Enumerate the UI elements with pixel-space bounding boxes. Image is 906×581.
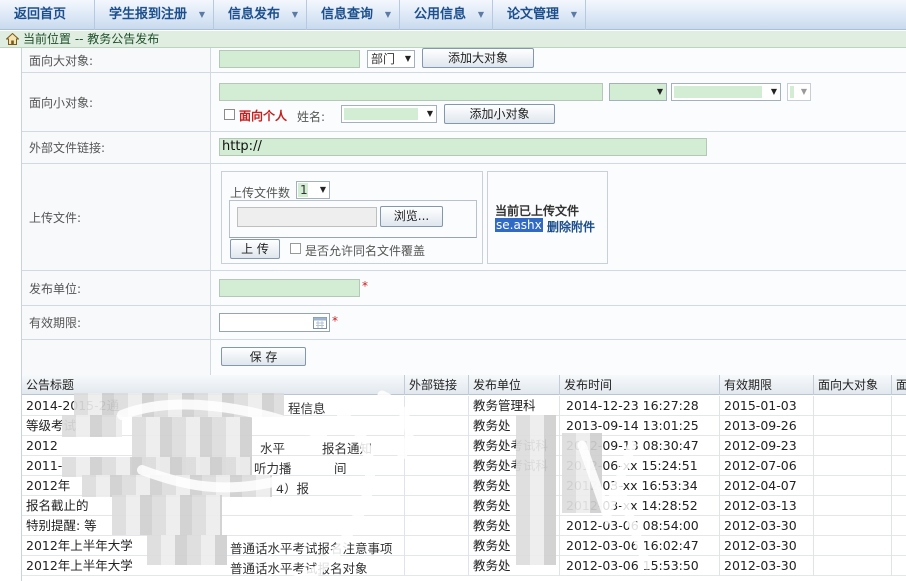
- save-button[interactable]: 保 存: [221, 347, 306, 366]
- chevron-down-icon: ▼: [384, 10, 391, 19]
- announcement-form: 面向大对象: 部门 ▼ 添加大对象 面向小对象: ▼ ▼ ▼ 面向个人 姓名: …: [21, 48, 906, 375]
- big-target-label: 面向大对象:: [22, 48, 211, 72]
- add-small-target-button[interactable]: 添加小对象: [444, 104, 555, 124]
- name-label: 姓名:: [297, 110, 326, 124]
- chevron-down-icon: ▼: [426, 109, 433, 118]
- external-link-label: 外部文件链接:: [22, 132, 211, 163]
- external-link-row: 外部文件链接: http://: [22, 132, 906, 164]
- add-big-target-button[interactable]: 添加大对象: [422, 48, 534, 68]
- save-row: 保 存: [22, 340, 906, 375]
- nav-public-info-label: 公用信息: [414, 7, 467, 22]
- save-row-label-cell: [22, 340, 211, 375]
- breadcrumb-text: 当前位置 -- 教务公告发布: [23, 32, 160, 46]
- file-chooser-box: 浏览...: [229, 200, 477, 238]
- small-target-select-2[interactable]: ▼: [671, 83, 781, 101]
- nav-public-info[interactable]: 公用信息 ▼: [400, 0, 493, 30]
- chevron-down-icon: ▼: [570, 10, 577, 19]
- upload-panel: 上传文件数 1 ▼ 浏览... 上 传 是否允许同名文件覆盖: [221, 171, 483, 264]
- announcement-table: 公告标题 外部链接 发布单位 发布时间 有效期限 面向大对象 面 2014-20…: [21, 375, 906, 581]
- upload-count-label: 上传文件数: [230, 186, 291, 200]
- nav-info-query-label: 信息查询: [321, 7, 374, 22]
- big-target-field[interactable]: [219, 50, 360, 68]
- small-target-select-3[interactable]: ▼: [787, 83, 811, 101]
- small-target-field[interactable]: [219, 83, 603, 101]
- small-target-row: 面向小对象: ▼ ▼ ▼ 面向个人 姓名: ▼ 添加小对象: [22, 73, 906, 132]
- nav-info-publish[interactable]: 信息发布 ▼: [214, 0, 307, 30]
- chevron-down-icon: ▼: [404, 54, 411, 63]
- nav-student-registration[interactable]: 学生报到注册 ▼: [95, 0, 214, 30]
- expiry-date-input[interactable]: [219, 313, 330, 332]
- nav-student-registration-label: 学生报到注册: [109, 7, 188, 22]
- uploaded-files-title: 当前已上传文件: [495, 204, 580, 218]
- external-link-input[interactable]: http://: [219, 138, 707, 156]
- upload-count-value: 1: [300, 183, 308, 197]
- overwrite-label: 是否允许同名文件覆盖: [305, 244, 426, 258]
- name-select[interactable]: ▼: [341, 105, 437, 123]
- breadcrumb: 当前位置 -- 教务公告发布: [0, 31, 906, 48]
- home-icon: [6, 33, 19, 45]
- chevron-down-icon: ▼: [291, 10, 298, 19]
- uploaded-files-panel: 当前已上传文件 se.ashx 删除附件: [487, 171, 608, 264]
- expiry-required-mark: *: [332, 314, 338, 328]
- uploaded-file-name[interactable]: se.ashx: [495, 218, 543, 232]
- big-target-select[interactable]: 部门 ▼: [367, 50, 415, 68]
- big-target-row: 面向大对象: 部门 ▼ 添加大对象: [22, 48, 906, 73]
- nav-info-publish-label: 信息发布: [228, 7, 281, 22]
- expiry-label: 有效期限:: [22, 306, 211, 339]
- chevron-down-icon: ▼: [477, 10, 484, 19]
- file-path-input[interactable]: [237, 207, 377, 227]
- upload-button[interactable]: 上 传: [230, 239, 280, 259]
- delete-attachment-link[interactable]: 删除附件: [547, 218, 595, 235]
- chevron-down-icon: ▼: [770, 87, 777, 96]
- personal-label: 面向个人: [239, 109, 288, 123]
- small-target-select-1[interactable]: ▼: [609, 83, 667, 101]
- publisher-row: 发布单位: *: [22, 271, 906, 306]
- big-target-select-value: 部门: [371, 52, 396, 66]
- expiry-row: 有效期限: *: [22, 306, 906, 340]
- publisher-required-mark: *: [362, 279, 368, 293]
- personal-checkbox[interactable]: [224, 109, 235, 120]
- chevron-down-icon: ▼: [800, 87, 807, 96]
- upload-row: 上传文件: 上传文件数 1 ▼ 浏览... 上 传 是否允许同名文件覆盖 当前已…: [22, 164, 906, 271]
- top-nav-bar: 返回首页 学生报到注册 ▼ 信息发布 ▼ 信息查询 ▼ 公用信息 ▼ 论文管理 …: [0, 0, 906, 30]
- nav-thesis-management-label: 论文管理: [507, 7, 560, 22]
- calendar-icon[interactable]: [313, 316, 327, 329]
- chevron-down-icon: ▼: [656, 87, 663, 96]
- chevron-down-icon: ▼: [319, 185, 326, 194]
- small-target-label: 面向小对象:: [22, 73, 211, 131]
- browse-button[interactable]: 浏览...: [380, 206, 443, 227]
- nav-home-label: 返回首页: [14, 7, 67, 22]
- nav-thesis-management[interactable]: 论文管理 ▼: [493, 0, 586, 30]
- publisher-label: 发布单位:: [22, 271, 211, 305]
- upload-count-select[interactable]: 1 ▼: [296, 181, 330, 199]
- nav-home[interactable]: 返回首页: [0, 0, 95, 30]
- publisher-input[interactable]: [219, 279, 360, 297]
- nav-info-query[interactable]: 信息查询 ▼: [307, 0, 400, 30]
- chevron-down-icon: ▼: [198, 10, 205, 19]
- overwrite-checkbox[interactable]: [290, 243, 301, 254]
- upload-label: 上传文件:: [22, 164, 211, 270]
- redaction-scribble: [117, 390, 652, 581]
